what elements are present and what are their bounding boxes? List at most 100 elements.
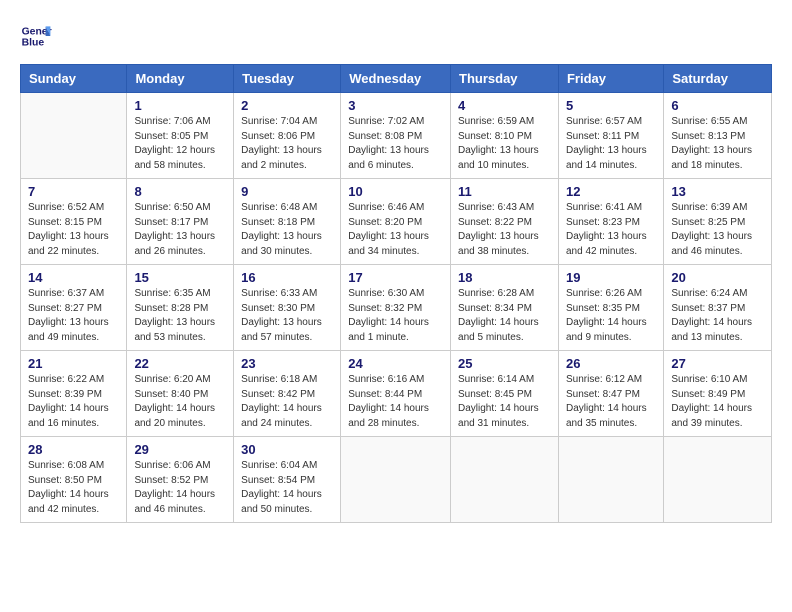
day-info: Sunrise: 6:26 AMSunset: 8:35 PMDaylight:…	[566, 287, 656, 345]
calendar-cell: 15Sunrise: 6:35 AMSunset: 8:28 PMDayligh…	[127, 265, 234, 351]
weekday-header-row: SundayMondayTuesdayWednesdayThursdayFrid…	[21, 65, 772, 93]
day-number: 21	[28, 356, 119, 371]
calendar-cell: 21 Sunrise: 6:22 AMSunset: 8:39 PMDayligh…	[21, 351, 127, 437]
day-info: Sunrise: 6:50 AMSunset: 8:17 PMDaylight:…	[134, 201, 226, 259]
weekday-header-sunday: Sunday	[21, 65, 127, 93]
day-number: 17	[348, 270, 443, 285]
logo-icon: General Blue	[20, 20, 52, 52]
weekday-header-tuesday: Tuesday	[234, 65, 341, 93]
calendar-cell: 17 Sunrise: 6:30 AMSunset: 8:32 PMDayligh…	[341, 265, 451, 351]
day-number: 14	[28, 270, 119, 285]
day-info: Sunrise: 7:06 AMSunset: 8:05 PMDaylight:…	[134, 115, 226, 173]
day-info: Sunrise: 6:28 AMSunset: 8:34 PMDaylight:…	[458, 287, 551, 345]
weekday-header-monday: Monday	[127, 65, 234, 93]
day-number: 30	[241, 442, 333, 457]
page: General Blue SundayMondayTuesdayWednesda…	[0, 0, 792, 612]
calendar-cell: 4 Sunrise: 6:59 AMSunset: 8:10 PMDaylight…	[451, 93, 559, 179]
day-number: 6	[671, 98, 764, 113]
week-row-1: 1 Sunrise: 7:06 AMSunset: 8:05 PMDaylight…	[21, 93, 772, 179]
calendar-cell: 13Sunrise: 6:39 AMSunset: 8:25 PMDayligh…	[664, 179, 772, 265]
day-number: 27	[671, 356, 764, 371]
calendar-cell: 8 Sunrise: 6:50 AMSunset: 8:17 PMDaylight…	[127, 179, 234, 265]
calendar-cell: 16 Sunrise: 6:33 AMSunset: 8:30 PMDayligh…	[234, 265, 341, 351]
calendar-cell	[664, 437, 772, 523]
calendar-cell: 11 Sunrise: 6:43 AMSunset: 8:22 PMDayligh…	[451, 179, 559, 265]
header: General Blue	[20, 20, 772, 52]
day-number: 13	[671, 184, 764, 199]
day-number: 11	[458, 184, 551, 199]
day-info: Sunrise: 6:08 AMSunset: 8:50 PMDaylight:…	[28, 459, 119, 517]
calendar-cell: 29 Sunrise: 6:06 AMSunset: 8:52 PMDayligh…	[127, 437, 234, 523]
day-info: Sunrise: 6:33 AMSunset: 8:30 PMDaylight:…	[241, 287, 333, 345]
calendar-cell: 12Sunrise: 6:41 AMSunset: 8:23 PMDayligh…	[558, 179, 663, 265]
day-number: 25	[458, 356, 551, 371]
calendar-cell	[21, 93, 127, 179]
day-number: 9	[241, 184, 333, 199]
calendar-cell: 7Sunrise: 6:52 AMSunset: 8:15 PMDaylight…	[21, 179, 127, 265]
weekday-header-thursday: Thursday	[451, 65, 559, 93]
day-number: 19	[566, 270, 656, 285]
day-number: 2	[241, 98, 333, 113]
day-info: Sunrise: 6:30 AMSunset: 8:32 PMDaylight:…	[348, 287, 443, 345]
calendar-cell: 22 Sunrise: 6:20 AMSunset: 8:40 PMDayligh…	[127, 351, 234, 437]
day-info: Sunrise: 6:20 AMSunset: 8:40 PMDaylight:…	[134, 373, 226, 431]
day-number: 3	[348, 98, 443, 113]
day-info: Sunrise: 6:18 AMSunset: 8:42 PMDaylight:…	[241, 373, 333, 431]
day-number: 4	[458, 98, 551, 113]
week-row-3: 14Sunrise: 6:37 AMSunset: 8:27 PMDayligh…	[21, 265, 772, 351]
day-info: Sunrise: 6:55 AMSunset: 8:13 PMDaylight:…	[671, 115, 764, 173]
weekday-header-friday: Friday	[558, 65, 663, 93]
calendar-cell: 20 Sunrise: 6:24 AMSunset: 8:37 PMDayligh…	[664, 265, 772, 351]
day-number: 24	[348, 356, 443, 371]
logo: General Blue	[20, 20, 52, 52]
week-row-5: 28 Sunrise: 6:08 AMSunset: 8:50 PMDayligh…	[21, 437, 772, 523]
day-info: Sunrise: 7:04 AMSunset: 8:06 PMDaylight:…	[241, 115, 333, 173]
day-number: 16	[241, 270, 333, 285]
calendar-cell: 1 Sunrise: 7:06 AMSunset: 8:05 PMDaylight…	[127, 93, 234, 179]
day-info: Sunrise: 6:06 AMSunset: 8:52 PMDaylight:…	[134, 459, 226, 517]
day-number: 7	[28, 184, 119, 199]
day-info: Sunrise: 6:57 AMSunset: 8:11 PMDaylight:…	[566, 115, 656, 173]
calendar-cell: 24 Sunrise: 6:16 AMSunset: 8:44 PMDayligh…	[341, 351, 451, 437]
day-info: Sunrise: 6:43 AMSunset: 8:22 PMDaylight:…	[458, 201, 551, 259]
day-number: 29	[134, 442, 226, 457]
calendar-cell: 6 Sunrise: 6:55 AMSunset: 8:13 PMDaylight…	[664, 93, 772, 179]
day-number: 5	[566, 98, 656, 113]
svg-text:Blue: Blue	[22, 38, 45, 49]
calendar-cell: 3 Sunrise: 7:02 AMSunset: 8:08 PMDaylight…	[341, 93, 451, 179]
calendar-cell: 9 Sunrise: 6:48 AMSunset: 8:18 PMDaylight…	[234, 179, 341, 265]
day-info: Sunrise: 6:16 AMSunset: 8:44 PMDaylight:…	[348, 373, 443, 431]
day-number: 18	[458, 270, 551, 285]
day-info: Sunrise: 7:02 AMSunset: 8:08 PMDaylight:…	[348, 115, 443, 173]
day-info: Sunrise: 6:24 AMSunset: 8:37 PMDaylight:…	[671, 287, 764, 345]
day-info: Sunrise: 6:59 AMSunset: 8:10 PMDaylight:…	[458, 115, 551, 173]
day-info: Sunrise: 6:14 AMSunset: 8:45 PMDaylight:…	[458, 373, 551, 431]
calendar-cell: 10 Sunrise: 6:46 AMSunset: 8:20 PMDayligh…	[341, 179, 451, 265]
calendar-cell: 2 Sunrise: 7:04 AMSunset: 8:06 PMDaylight…	[234, 93, 341, 179]
week-row-4: 21 Sunrise: 6:22 AMSunset: 8:39 PMDayligh…	[21, 351, 772, 437]
calendar-cell: 28 Sunrise: 6:08 AMSunset: 8:50 PMDayligh…	[21, 437, 127, 523]
weekday-header-saturday: Saturday	[664, 65, 772, 93]
day-number: 22	[134, 356, 226, 371]
day-number: 10	[348, 184, 443, 199]
day-info: Sunrise: 6:04 AMSunset: 8:54 PMDaylight:…	[241, 459, 333, 517]
day-info: Sunrise: 6:10 AMSunset: 8:49 PMDaylight:…	[671, 373, 764, 431]
day-number: 23	[241, 356, 333, 371]
day-info: Sunrise: 6:48 AMSunset: 8:18 PMDaylight:…	[241, 201, 333, 259]
day-number: 28	[28, 442, 119, 457]
day-info: Sunrise: 6:41 AMSunset: 8:23 PMDaylight:…	[566, 201, 656, 259]
calendar-cell	[341, 437, 451, 523]
calendar-cell: 5 Sunrise: 6:57 AMSunset: 8:11 PMDaylight…	[558, 93, 663, 179]
day-info: Sunrise: 6:46 AMSunset: 8:20 PMDaylight:…	[348, 201, 443, 259]
week-row-2: 7Sunrise: 6:52 AMSunset: 8:15 PMDaylight…	[21, 179, 772, 265]
day-number: 8	[134, 184, 226, 199]
day-info: Sunrise: 6:22 AMSunset: 8:39 PMDaylight:…	[28, 373, 119, 431]
calendar-cell: 23 Sunrise: 6:18 AMSunset: 8:42 PMDayligh…	[234, 351, 341, 437]
day-info: Sunrise: 6:12 AMSunset: 8:47 PMDaylight:…	[566, 373, 656, 431]
day-number: 15	[134, 270, 226, 285]
calendar-table: SundayMondayTuesdayWednesdayThursdayFrid…	[20, 64, 772, 523]
weekday-header-wednesday: Wednesday	[341, 65, 451, 93]
day-number: 26	[566, 356, 656, 371]
day-number: 20	[671, 270, 764, 285]
day-number: 1	[134, 98, 226, 113]
